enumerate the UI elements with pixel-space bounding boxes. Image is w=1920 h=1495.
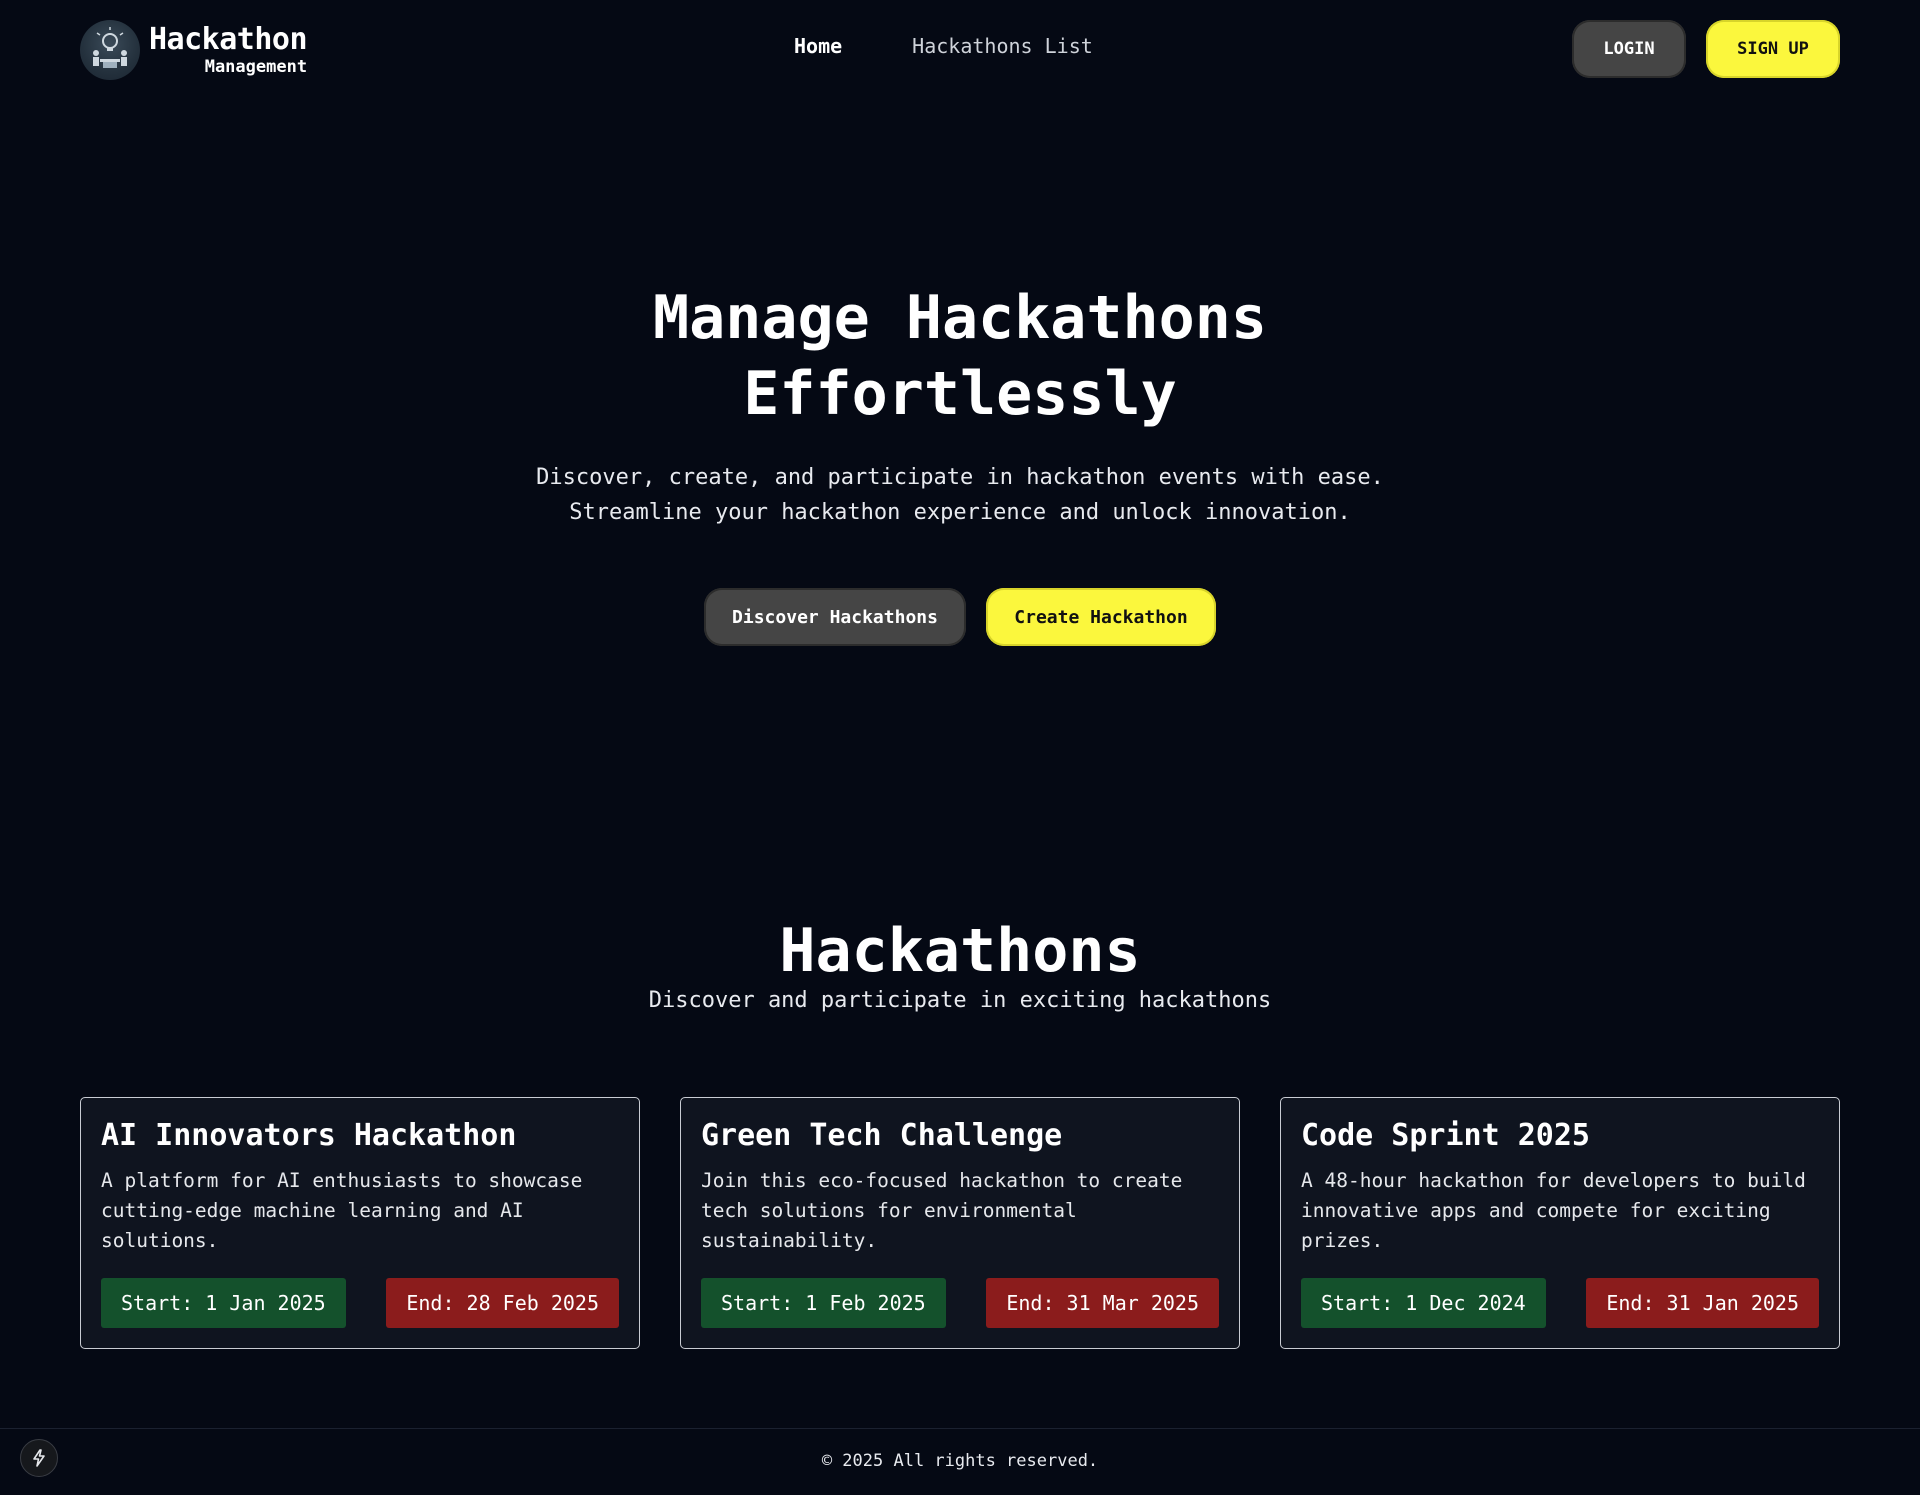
card-dates: Start: 1 Feb 2025 End: 31 Mar 2025 (701, 1278, 1219, 1328)
nav-actions: LOGIN SIGN UP (1572, 20, 1840, 78)
hackathons-section-header: Hackathons Discover and participate in e… (0, 916, 1920, 1013)
card-title: Code Sprint 2025 (1301, 1118, 1590, 1153)
card-dates: Start: 1 Dec 2024 End: 31 Jan 2025 (1301, 1278, 1819, 1328)
footer: © 2025 All rights reserved. (0, 1428, 1920, 1495)
card-title: AI Innovators Hackathon (101, 1118, 517, 1153)
login-button[interactable]: LOGIN (1572, 20, 1686, 78)
page: Hackathon Management Home Hackathons Lis… (0, 0, 1920, 1495)
hero-actions: Discover Hackathons Create Hackathon (0, 588, 1920, 646)
start-date-badge: Start: 1 Feb 2025 (701, 1278, 946, 1328)
section-subtitle: Discover and participate in exciting hac… (648, 988, 1272, 1013)
footer-copyright: © 2025 All rights reserved. (821, 1451, 1099, 1471)
end-date-badge: End: 31 Mar 2025 (986, 1278, 1219, 1328)
brand-subtitle: Management (204, 56, 308, 77)
end-date-badge: End: 28 Feb 2025 (386, 1278, 619, 1328)
discover-hackathons-button[interactable]: Discover Hackathons (704, 588, 966, 646)
nav-home-link[interactable]: Home (794, 34, 842, 58)
navbar: Hackathon Management Home Hackathons Lis… (0, 0, 1920, 100)
hero-section: Manage Hackathons Effortlessly Discover,… (0, 280, 1920, 646)
card-title: Green Tech Challenge (701, 1118, 1063, 1153)
hackathon-card[interactable]: AI Innovators Hackathon A platform for A… (80, 1097, 640, 1349)
nav-hackathons-list-link[interactable]: Hackathons List (912, 34, 1093, 58)
brand-title: Hackathon (149, 21, 308, 57)
signup-button[interactable]: SIGN UP (1706, 20, 1840, 78)
hero-title-line1: Manage Hackathons (652, 283, 1268, 353)
hackathon-cards: AI Innovators Hackathon A platform for A… (80, 1097, 1840, 1349)
card-description: A platform for AI enthusiasts to showcas… (101, 1169, 583, 1252)
hackathon-card[interactable]: Code Sprint 2025 A 48-hour hackathon for… (1280, 1097, 1840, 1349)
brand-link[interactable]: Hackathon Management (80, 20, 308, 80)
hero-title: Manage Hackathons Effortlessly (0, 280, 1920, 432)
hero-subtitle: Discover, create, and participate in hac… (0, 460, 1920, 530)
hero-subtitle-line2: Streamline your hackathon experience and… (569, 500, 1351, 525)
end-date-badge: End: 31 Jan 2025 (1586, 1278, 1819, 1328)
start-date-badge: Start: 1 Dec 2024 (1301, 1278, 1546, 1328)
hackathon-card[interactable]: Green Tech Challenge Join this eco-focus… (680, 1097, 1240, 1349)
section-title: Hackathons (779, 916, 1141, 986)
lightbulb-team-icon (80, 20, 140, 80)
nav-links: Home Hackathons List (794, 34, 1093, 58)
start-date-badge: Start: 1 Jan 2025 (101, 1278, 346, 1328)
create-hackathon-button[interactable]: Create Hackathon (986, 588, 1216, 646)
card-dates: Start: 1 Jan 2025 End: 28 Feb 2025 (101, 1278, 619, 1328)
card-description: Join this eco-focused hackathon to creat… (701, 1169, 1183, 1252)
brand-text: Hackathon Management (149, 21, 308, 77)
card-description: A 48-hour hackathon for developers to bu… (1301, 1169, 1806, 1252)
hero-title-line2: Effortlessly (743, 359, 1177, 429)
hero-subtitle-line1: Discover, create, and participate in hac… (536, 465, 1384, 490)
